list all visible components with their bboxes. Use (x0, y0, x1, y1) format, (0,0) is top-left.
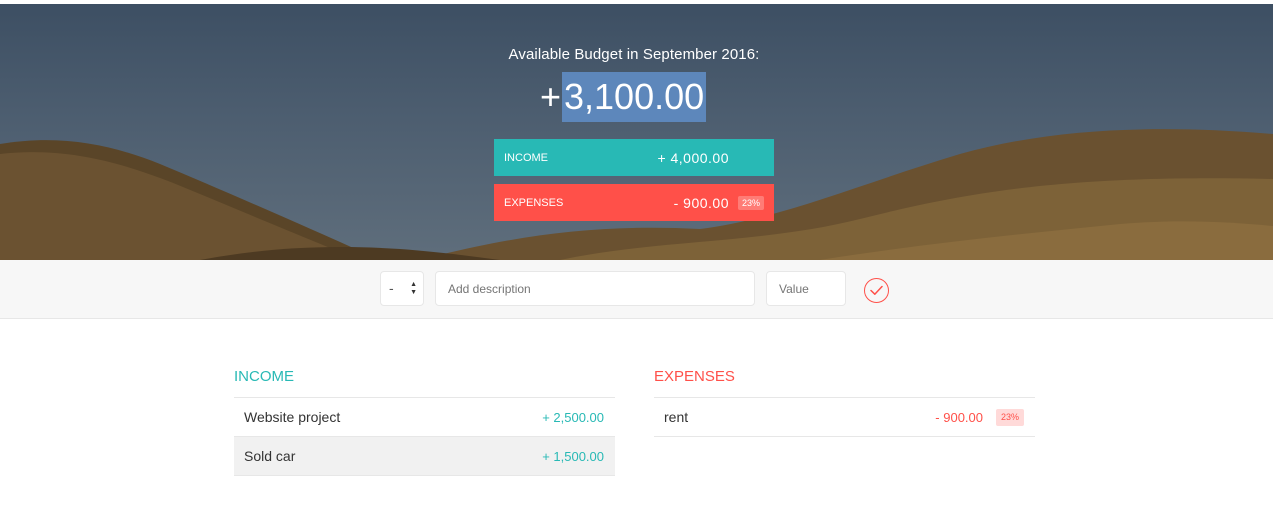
expense-item-description: rent (664, 409, 689, 425)
hills-background (0, 129, 1273, 260)
income-summary-label: INCOME (504, 151, 548, 164)
expenses-summary-value: - 900.00 (673, 194, 729, 211)
income-summary-value: + 4,000.00 (657, 149, 729, 166)
description-input[interactable] (435, 271, 755, 306)
budget-value: +3,100.00 (540, 72, 707, 122)
income-item[interactable]: Sold car + 1,500.00 (234, 437, 615, 476)
value-input[interactable] (766, 271, 846, 306)
type-select[interactable]: - ▲ ▼ (380, 271, 424, 306)
expenses-summary-label: EXPENSES (504, 196, 564, 209)
income-item-description: Sold car (244, 448, 296, 464)
checkmark-icon (870, 285, 883, 295)
expense-item-percentage: 23% (995, 409, 1024, 426)
type-select-value: - (389, 280, 394, 296)
income-item-value: + 2,500.00 (542, 410, 604, 425)
expense-item[interactable]: rent - 900.00 23% (654, 398, 1035, 437)
income-item-value: + 1,500.00 (542, 449, 604, 464)
income-item-description: Website project (244, 409, 341, 425)
income-list: INCOME Website project + 2,500.00 Sold c… (234, 360, 615, 476)
expenses-summary-percentage: 23% (737, 195, 764, 210)
hero-banner: Available Budget in September 2016: +3,1… (0, 4, 1273, 260)
budget-amount[interactable]: 3,100.00 (562, 72, 707, 122)
expenses-heading: EXPENSES (654, 360, 1035, 398)
expense-item-value: - 900.00 (935, 410, 983, 425)
expenses-summary: EXPENSES - 900.00 23% (494, 184, 774, 221)
budget-sign: + (540, 76, 562, 117)
income-heading: INCOME (234, 360, 615, 398)
income-summary: INCOME + 4,000.00 (494, 139, 774, 176)
add-button[interactable] (864, 278, 889, 303)
select-arrows-icon: ▲ ▼ (410, 281, 417, 296)
add-item-bar: - ▲ ▼ (0, 260, 1273, 319)
budget-title: Available Budget in September 2016: (508, 46, 760, 63)
expenses-list: EXPENSES rent - 900.00 23% (654, 360, 1035, 437)
income-item[interactable]: Website project + 2,500.00 (234, 398, 615, 437)
